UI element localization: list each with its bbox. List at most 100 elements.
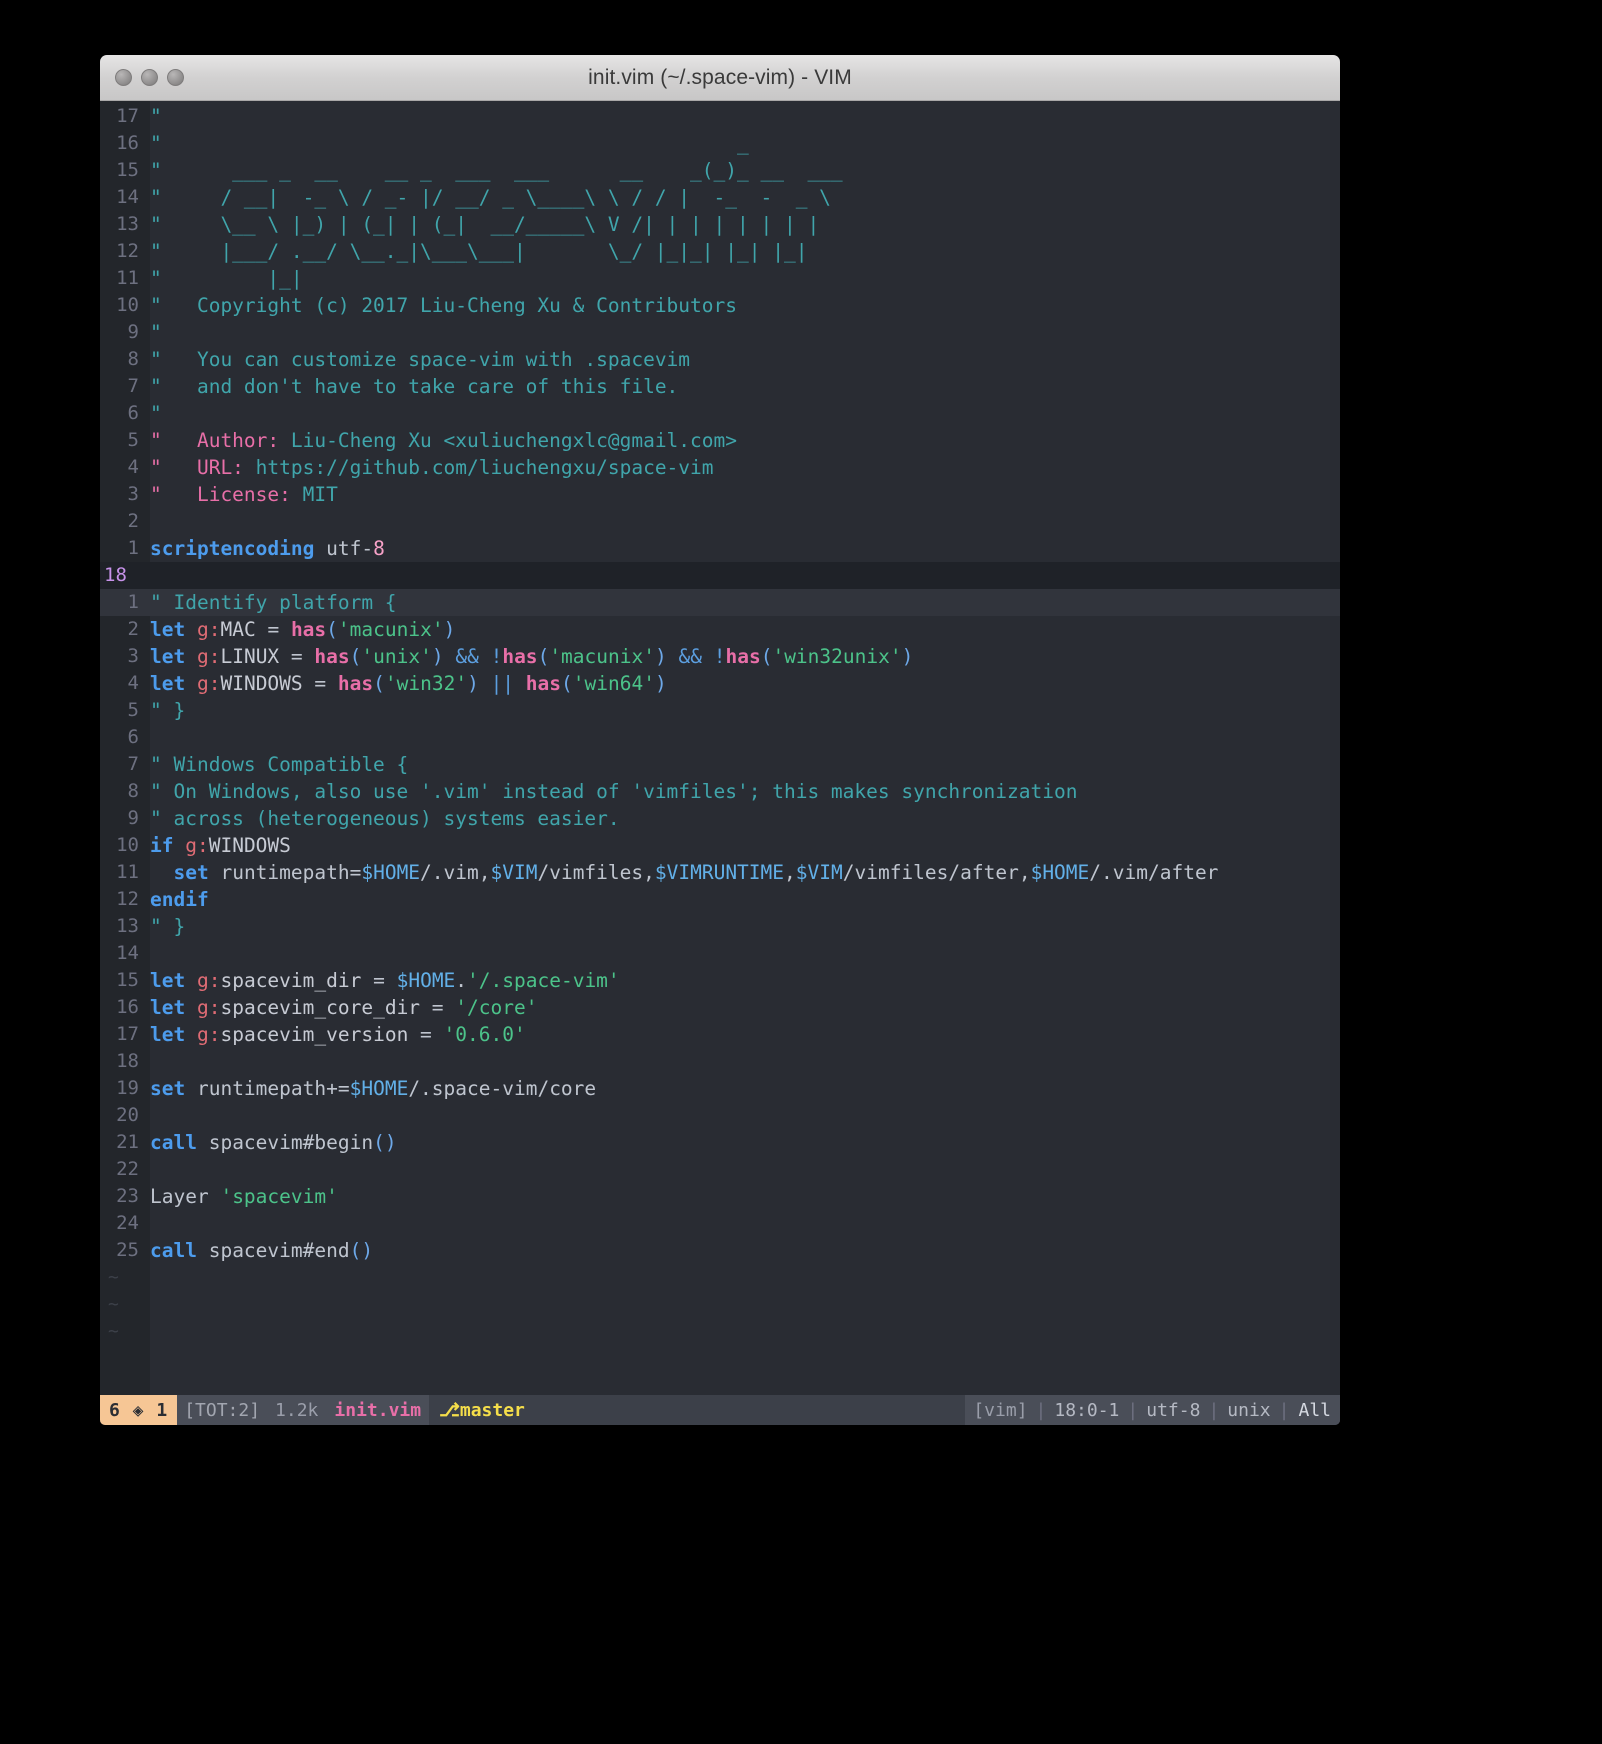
code-line[interactable]: 25 call spacevim#end() xyxy=(100,1237,1340,1264)
code-line[interactable]: 14 xyxy=(100,940,1340,967)
line-text: Layer 'spacevim' xyxy=(150,1185,338,1208)
code-line[interactable]: 2 xyxy=(100,508,1340,535)
vim-window: init.vim (~/.space-vim) - VIM 17 " 16 " xyxy=(100,55,1340,1425)
line-number: 9 xyxy=(127,807,139,829)
code-line[interactable]: 12 endif xyxy=(100,886,1340,913)
code-line[interactable]: 14 " / __| -_ \ / _- |/ __/ _ \____\ \ /… xyxy=(100,184,1340,211)
code-line[interactable]: 13 " } xyxy=(100,913,1340,940)
window-titlebar[interactable]: init.vim (~/.space-vim) - VIM xyxy=(100,55,1340,101)
line-number: 11 xyxy=(116,861,139,883)
statusline-divider: | xyxy=(1278,1395,1290,1425)
code-line[interactable]: 19 set runtimepath+=$HOME/.space-vim/cor… xyxy=(100,1075,1340,1102)
line-text: call spacevim#begin() xyxy=(150,1131,397,1154)
code-line[interactable]: 7 " Windows Compatible { xyxy=(100,751,1340,778)
code-line[interactable]: 22 xyxy=(100,1156,1340,1183)
line-number: 8 xyxy=(127,780,139,802)
line-number: 19 xyxy=(116,1077,139,1099)
code-line[interactable]: 13 " \__ \ |_) | (_| | (_| __/_____\ V /… xyxy=(100,211,1340,238)
code-line[interactable]: 6 " xyxy=(100,400,1340,427)
line-text xyxy=(150,1156,1340,1183)
code-line[interactable]: 8 " You can customize space-vim with .sp… xyxy=(100,346,1340,373)
line-number: 15 xyxy=(116,969,139,991)
line-number: 11 xyxy=(116,267,139,289)
line-number: 15 xyxy=(116,159,139,181)
statusline-filename[interactable]: init.vim xyxy=(326,1395,430,1425)
code-line[interactable]: 6 xyxy=(100,724,1340,751)
code-line[interactable]: 16 let g:spacevim_core_dir = '/core' xyxy=(100,994,1340,1021)
code-line[interactable]: 17 " xyxy=(100,103,1340,130)
line-text: " URL: https://github.com/liuchengxu/spa… xyxy=(150,454,1340,481)
line-text: let g:spacevim_version = '0.6.0' xyxy=(150,1023,526,1046)
line-number: 14 xyxy=(116,942,139,964)
line-number: 22 xyxy=(116,1158,139,1180)
code-line[interactable]: 9 " xyxy=(100,319,1340,346)
code-line[interactable]: 11 set runtimepath=$HOME/.vim,$VIM/vimfi… xyxy=(100,859,1340,886)
url-label: " URL: xyxy=(150,456,244,479)
statusline-divider: | xyxy=(1127,1395,1139,1425)
code-line[interactable]: 23 Layer 'spacevim' xyxy=(100,1183,1340,1210)
line-number: 2 xyxy=(127,510,139,532)
code-line[interactable]: 18 xyxy=(100,1048,1340,1075)
line-number: 3 xyxy=(127,645,139,667)
code-line[interactable]: 3 " License: MIT xyxy=(100,481,1340,508)
statusline-branch-name: master xyxy=(459,1399,525,1421)
line-text: endif xyxy=(150,888,209,911)
line-number: 6 xyxy=(127,402,139,424)
code-line[interactable]: 21 call spacevim#begin() xyxy=(100,1129,1340,1156)
code-line[interactable]: 17 let g:spacevim_version = '0.6.0' xyxy=(100,1021,1340,1048)
statusline-mode[interactable]: 6 ◈ 1 xyxy=(100,1395,178,1425)
code-line[interactable]: 3 let g:LINUX = has('unix') && !has('mac… xyxy=(100,643,1340,670)
code-area[interactable]: 17 " 16 " _ 15 " ___ _ __ __ _ ___ ___ _… xyxy=(100,101,1340,1395)
code-line[interactable]: 15 " ___ _ __ __ _ ___ ___ __ _(_)_ __ _… xyxy=(100,157,1340,184)
line-number: 12 xyxy=(116,240,139,262)
line-number: 1 xyxy=(127,591,139,613)
code-line[interactable]: 8 " On Windows, also use '.vim' instead … xyxy=(100,778,1340,805)
tilde-marker: ~ xyxy=(108,1294,119,1315)
statusline-git-branch[interactable]: ⎇ master xyxy=(429,1395,535,1425)
code-line[interactable]: 1 " Identify platform { xyxy=(100,589,1340,616)
line-text: " |_| xyxy=(150,267,303,290)
buffer-separator-row[interactable]: 18 xyxy=(100,562,1340,589)
code-line[interactable]: 1 scriptencoding utf-8 xyxy=(100,535,1340,562)
code-line[interactable]: 9 " across (heterogeneous) systems easie… xyxy=(100,805,1340,832)
line-text: " _ xyxy=(150,132,749,155)
code-line[interactable]: 4 " URL: https://github.com/liuchengxu/s… xyxy=(100,454,1340,481)
line-number: 1 xyxy=(127,537,139,559)
line-number: 21 xyxy=(116,1131,139,1153)
line-text xyxy=(150,1210,1340,1237)
code-line[interactable]: 5 " } xyxy=(100,697,1340,724)
line-number: 13 xyxy=(116,213,139,235)
code-line[interactable]: 15 let g:spacevim_dir = $HOME.'/.space-v… xyxy=(100,967,1340,994)
line-number: 16 xyxy=(116,996,139,1018)
line-text: " Author: Liu-Cheng Xu <xuliuchengxlc@gm… xyxy=(150,427,1340,454)
code-line[interactable]: 12 " |___/ .__/ \__._|\___\___| \_/ |_|_… xyxy=(100,238,1340,265)
code-line[interactable]: 2 let g:MAC = has('macunix') xyxy=(100,616,1340,643)
line-number: 14 xyxy=(116,186,139,208)
code-line[interactable]: 10 " Copyright (c) 2017 Liu-Cheng Xu & C… xyxy=(100,292,1340,319)
tilde-marker: ~ xyxy=(108,1321,119,1342)
code-line[interactable]: 5 " Author: Liu-Cheng Xu <xuliuchengxlc@… xyxy=(100,427,1340,454)
code-line[interactable]: 20 xyxy=(100,1102,1340,1129)
code-line[interactable]: 10 if g:WINDOWS xyxy=(100,832,1340,859)
code-line[interactable]: 7 " and don't have to take care of this … xyxy=(100,373,1340,400)
code-line[interactable]: 4 let g:WINDOWS = has('win32') || has('w… xyxy=(100,670,1340,697)
line-text: " } xyxy=(150,915,186,938)
line-text: " ___ _ __ __ _ ___ ___ __ _(_)_ __ ___ xyxy=(150,159,843,182)
line-text: " / __| -_ \ / _- |/ __/ _ \____\ \ / / … xyxy=(150,186,831,209)
line-text: " xyxy=(150,105,162,128)
line-number: 4 xyxy=(127,672,139,694)
line-text: " } xyxy=(150,699,186,722)
line-number: 12 xyxy=(116,888,139,910)
line-text: " and don't have to take care of this fi… xyxy=(150,375,679,398)
author-value: Liu-Cheng Xu <xuliuchengxlc@gmail.com> xyxy=(279,429,738,452)
line-text: " xyxy=(150,321,162,344)
code-line[interactable]: 24 xyxy=(100,1210,1340,1237)
line-text: " Windows Compatible { xyxy=(150,753,409,776)
code-line[interactable]: 16 " _ xyxy=(100,130,1340,157)
line-number: 25 xyxy=(116,1239,139,1261)
line-text: " Copyright (c) 2017 Liu-Cheng Xu & Cont… xyxy=(150,294,737,317)
line-text: " xyxy=(150,402,162,425)
line-number: 16 xyxy=(116,132,139,154)
empty-line-marker: ~ xyxy=(100,1291,1340,1318)
code-line[interactable]: 11 " |_| xyxy=(100,265,1340,292)
